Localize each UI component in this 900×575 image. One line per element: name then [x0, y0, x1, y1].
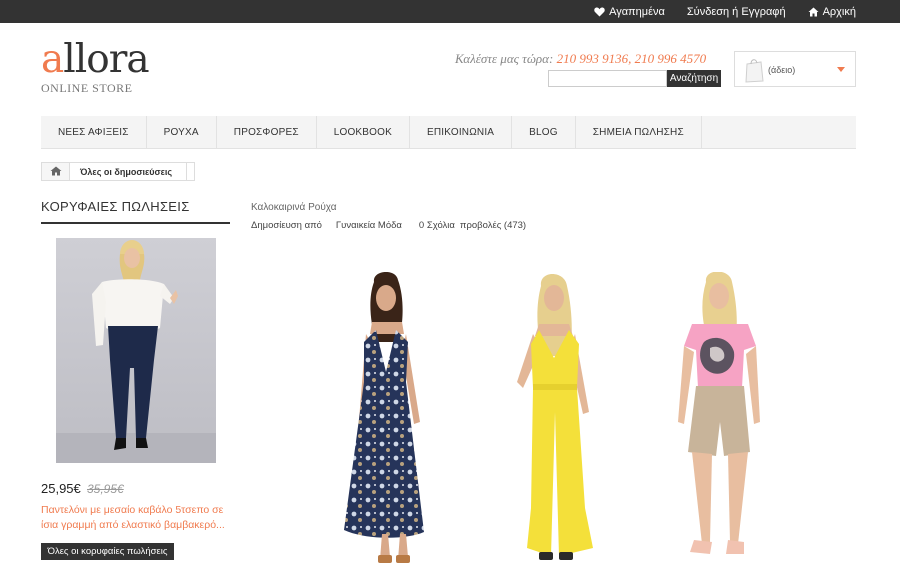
nav-item-lookbook[interactable]: LOOKBOOK — [317, 116, 411, 149]
post-comments-count[interactable]: 0 Σχόλια — [419, 220, 455, 231]
top-links: Αγαπημένα Σύνδεση ή Εγγραφή Αρχική — [594, 0, 856, 23]
top-sellers-title: ΚΟΡΥΦΑΙΕΣ ΠΩΛΗΣΕΙΣ — [41, 199, 190, 214]
logo-wordmark: allora — [41, 40, 181, 80]
model-yellow-jumpsuit-image[interactable] — [503, 272, 613, 568]
search-button[interactable]: Αναζήτηση — [667, 70, 721, 87]
divider — [41, 222, 230, 224]
cart-status: (άδειο) — [768, 65, 796, 75]
home-link[interactable]: Αρχική — [808, 6, 856, 18]
model-pink-top-shorts-image[interactable] — [670, 271, 770, 568]
logo-subtitle: ONLINE STORE — [41, 81, 133, 95]
product-name-link[interactable]: Παντελόνι με μεσαίο καβάλο 5τσεπο σε ίσι… — [41, 503, 231, 533]
nav-item-new-arrivals[interactable]: ΝΕΕΣ ΑΦΙΞΕΙΣ — [41, 116, 147, 149]
post-published-by: Δημοσίευση από — [251, 220, 322, 231]
login-label: Σύνδεση ή Εγγραφή — [686, 5, 786, 18]
product-price: 25,95€ — [41, 481, 81, 496]
post-views-count: προβολές (473) — [459, 220, 527, 231]
home-icon — [808, 7, 819, 17]
nav-item-offers[interactable]: ΠΡΟΣΦΟΡΕΣ — [217, 116, 317, 149]
call-prefix: Καλέστε μας τώρα: — [455, 51, 554, 66]
heart-icon — [594, 7, 605, 17]
chevron-down-icon — [837, 67, 845, 72]
home-icon — [50, 163, 62, 181]
favorites-link[interactable]: Αγαπημένα — [594, 6, 665, 18]
phone-numbers: 210 993 9136, 210 996 4570 — [556, 51, 707, 66]
model-floral-dress-image[interactable] — [336, 271, 456, 568]
login-register-link[interactable]: Σύνδεση ή Εγγραφή — [687, 6, 786, 18]
call-us-text: Καλέστε μας τώρα: 210 993 9136, 210 996 … — [455, 51, 720, 67]
nav-item-stores[interactable]: ΣΗΜΕΙΑ ΠΩΛΗΣΗΣ — [576, 116, 702, 149]
logo-rest: llora — [63, 37, 149, 82]
post-meta: Δημοσίευση από Γυναικεία Μόδα 0 Σχόλια π… — [251, 220, 526, 231]
cart-dropdown[interactable]: (άδειο) — [734, 51, 856, 87]
logo-accent-letter: a — [41, 37, 64, 82]
home-label: Αρχική — [822, 5, 856, 18]
store-logo[interactable]: allora ONLINE STORE — [41, 40, 181, 98]
main-nav: ΝΕΕΣ ΑΦΙΞΕΙΣ ΡΟΥΧΑ ΠΡΟΣΦΟΡΕΣ LOOKBOOK ΕΠ… — [41, 116, 856, 149]
all-top-sellers-button[interactable]: Όλες οι κορυφαίες πωλήσεις — [41, 543, 174, 560]
nav-item-clothes[interactable]: ΡΟΥΧΑ — [147, 116, 217, 149]
breadcrumb-end — [186, 163, 195, 180]
shopping-bag-icon — [744, 57, 764, 88]
breadcrumb-home-button[interactable] — [42, 163, 70, 180]
favorites-label: Αγαπημένα — [609, 5, 665, 18]
product-image[interactable] — [56, 238, 216, 463]
nav-item-contact[interactable]: ΕΠΙΚΟΙΝΩΝΙΑ — [410, 116, 513, 149]
post-title[interactable]: Καλοκαιρινά Ρούχα — [251, 202, 337, 213]
search-input[interactable] — [548, 70, 667, 87]
product-old-price: 35,95€ — [87, 482, 124, 496]
breadcrumb-current: Όλες οι δημοσιεύσεις — [80, 166, 173, 177]
post-category-link[interactable]: Γυναικεία Μόδα — [336, 220, 402, 231]
top-bar: Αγαπημένα Σύνδεση ή Εγγραφή Αρχική — [0, 0, 900, 23]
nav-item-blog[interactable]: BLOG — [512, 116, 576, 149]
breadcrumb: Όλες οι δημοσιεύσεις — [41, 162, 196, 181]
